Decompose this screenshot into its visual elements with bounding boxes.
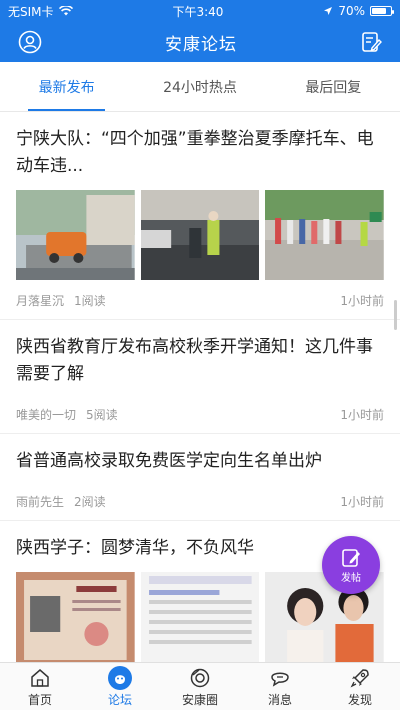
scroll-indicator: [394, 300, 397, 330]
new-post-button[interactable]: 发帖: [322, 536, 380, 594]
post-time: 1小时前: [340, 495, 384, 509]
location-arrow-icon: [324, 7, 333, 15]
page-title: 安康论坛: [165, 34, 237, 55]
tab-24h-hot[interactable]: 24小时热点: [133, 62, 266, 111]
post-title: 省普通高校录取免费医学定向生名单出炉: [16, 451, 322, 471]
post-read-count: 5阅读: [86, 408, 118, 422]
post-title: 宁陕大队：“四个加强”重拳整治夏季摩托车、电动车违...: [16, 129, 374, 176]
thumbnail-image[interactable]: [265, 190, 385, 280]
post-author[interactable]: 雨前先生: [16, 493, 64, 510]
nav-messages[interactable]: 消息: [240, 663, 320, 710]
status-time: 下午3:40: [172, 4, 224, 19]
nav-forum-label: 论坛: [107, 692, 132, 707]
post-thumbnails: [16, 572, 385, 662]
post-item[interactable]: 省普通高校录取免费医学定向生名单出炉 雨前先生 2阅读 1小时前: [0, 434, 400, 521]
post-time: 1小时前: [340, 294, 384, 308]
post-meta: 唯美的一切 5阅读 1小时前: [16, 406, 384, 423]
nav-home[interactable]: 首页: [0, 663, 80, 710]
post-title: 陕西省教育厅发布高校秋季开学通知！这几件事需要了解: [16, 337, 373, 384]
home-icon: [28, 666, 52, 690]
post-meta: 月落星沉 1阅读 1小时前: [16, 292, 384, 309]
battery-percent: 70%: [338, 4, 365, 18]
carrier-text: 无SIM卡: [8, 4, 54, 19]
nav-discover[interactable]: 发现: [320, 663, 400, 710]
nav-ankang-circle-label: 安康圈: [181, 692, 218, 707]
rocket-icon: [348, 666, 372, 690]
post-thumbnails: [16, 190, 385, 280]
edit-icon: [342, 548, 360, 567]
battery-icon: [369, 6, 394, 16]
feed-tabs: 最新发布 24小时热点 最后回复: [0, 62, 400, 112]
profile-icon[interactable]: [18, 30, 42, 54]
forum-icon: [108, 665, 132, 690]
tab-latest[interactable]: 最新发布: [0, 62, 133, 111]
thumbnail-image[interactable]: [16, 572, 135, 662]
chat-bubble-icon: [268, 666, 292, 690]
compose-icon[interactable]: [360, 31, 382, 53]
nav-ankang-circle[interactable]: 安康圈: [160, 663, 240, 710]
status-bar: 无SIM卡 下午3:40 70%: [0, 0, 400, 22]
post-read-count: 1阅读: [74, 294, 106, 308]
post-read-count: 2阅读: [74, 495, 106, 509]
tab-last-reply[interactable]: 最后回复: [267, 62, 400, 111]
camera-lens-icon: [188, 666, 212, 690]
thumbnail-image[interactable]: [140, 190, 260, 280]
post-meta: 雨前先生 2阅读 1小时前: [16, 493, 384, 510]
nav-forum[interactable]: 论坛: [80, 663, 160, 710]
post-item[interactable]: 陕西省教育厅发布高校秋季开学通知！这几件事需要了解 唯美的一切 5阅读 1小时前: [0, 320, 400, 434]
thumbnail-image[interactable]: [16, 190, 135, 280]
nav-messages-label: 消息: [267, 692, 292, 707]
post-time: 1小时前: [340, 408, 384, 422]
thumbnail-image[interactable]: [140, 572, 260, 662]
post-author[interactable]: 月落星沉: [16, 292, 64, 309]
nav-discover-label: 发现: [347, 692, 372, 707]
bottom-nav: 首页 论坛 安康圈 消息 发现: [0, 662, 400, 710]
post-author[interactable]: 唯美的一切: [16, 406, 76, 423]
top-nav: 安康论坛: [0, 22, 400, 62]
wifi-icon: [58, 6, 73, 16]
nav-home-label: 首页: [27, 692, 52, 707]
post-item[interactable]: 宁陕大队：“四个加强”重拳整治夏季摩托车、电动车违... 月落星沉 1阅读 1小…: [0, 112, 400, 320]
new-post-label: 发帖: [341, 572, 361, 584]
